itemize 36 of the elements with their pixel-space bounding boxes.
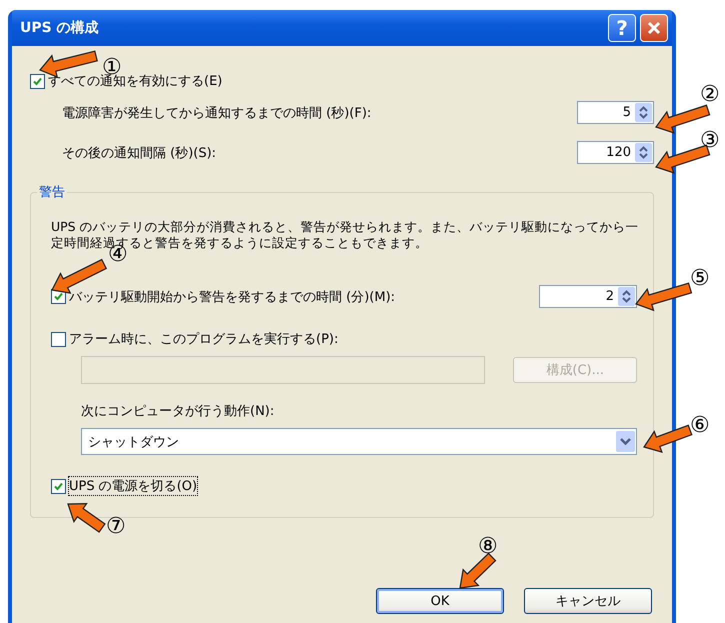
callout-number: ② xyxy=(700,84,720,106)
spin-arrows-icon[interactable] xyxy=(635,103,652,122)
callout-number: ③ xyxy=(700,130,720,152)
help-button[interactable]: ? xyxy=(608,14,636,42)
check-icon xyxy=(54,482,63,490)
spin-field[interactable]: 2 xyxy=(539,285,637,308)
checkbox-label[interactable]: バッテリ駆動開始から警告を発するまでの時間 (分)(M): xyxy=(69,288,539,306)
close-icon xyxy=(647,21,661,35)
callout-arrow-icon xyxy=(635,282,692,312)
callout-arrow-icon xyxy=(67,503,106,533)
checkbox[interactable] xyxy=(51,478,66,494)
field-label: その後の通知間隔 (秒)(S): xyxy=(62,144,218,162)
field-label: 次にコンピュータが行う動作(N): xyxy=(81,403,274,420)
callout-number: ⑤ xyxy=(690,268,710,290)
callout-arrow-icon xyxy=(643,424,692,454)
checkbox[interactable] xyxy=(30,74,45,88)
dialog-button[interactable]: OK xyxy=(376,588,504,614)
callout-number: ⑧ xyxy=(478,536,498,558)
spin-arrows-icon[interactable] xyxy=(618,287,635,306)
spin-arrows-icon[interactable] xyxy=(635,143,652,162)
checkbox-label[interactable]: アラーム時に、このプログラムを実行する(P): xyxy=(69,330,338,348)
dialog-button[interactable]: キャンセル xyxy=(524,588,652,614)
checkbox[interactable] xyxy=(51,332,66,346)
spin-field[interactable]: 5 xyxy=(577,101,654,124)
check-icon xyxy=(33,76,42,86)
group-legend: 警告 xyxy=(37,183,67,201)
check-icon xyxy=(54,292,63,301)
field-label: 電源障害が発生してから通知するまでの時間 (秒)(F): xyxy=(62,104,372,122)
callout-number: ⑦ xyxy=(106,516,126,538)
callout-number: ⑥ xyxy=(690,415,710,437)
window-title: UPS の構成 xyxy=(20,19,100,37)
callout-arrow-icon xyxy=(459,552,496,589)
action-dropdown[interactable]: シャットダウン xyxy=(81,428,637,455)
spin-field[interactable]: 120 xyxy=(577,141,654,164)
checkbox-label[interactable]: UPS の電源を切る(O) xyxy=(69,477,198,495)
close-button[interactable] xyxy=(640,14,668,42)
